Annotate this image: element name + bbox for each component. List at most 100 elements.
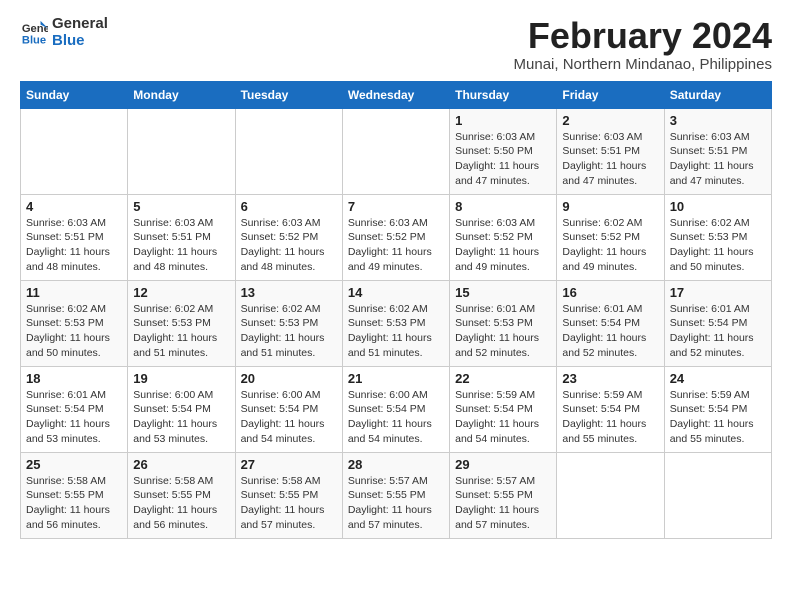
day-number: 22: [455, 371, 551, 386]
day-number: 15: [455, 285, 551, 300]
day-info: Sunrise: 5:57 AM Sunset: 5:55 PM Dayligh…: [348, 474, 444, 533]
calendar-cell: 14 Sunrise: 6:02 AM Sunset: 5:53 PM Dayli…: [342, 280, 449, 366]
calendar-cell: 24Sunrise: 5:59 AM Sunset: 5:54 PM Dayli…: [664, 366, 771, 452]
logo-icon: General Blue: [20, 19, 48, 47]
header: General Blue General Blue February 2024 …: [20, 16, 772, 73]
calendar-cell: 3Sunrise: 6:03 AM Sunset: 5:51 PM Daylig…: [664, 108, 771, 194]
calendar-cell: [128, 108, 235, 194]
weekday-thursday: Thursday: [450, 81, 557, 108]
day-info: Sunrise: 5:58 AM Sunset: 5:55 PM Dayligh…: [26, 474, 122, 533]
day-info: Sunrise: 6:02 AM Sunset: 5:52 PM Dayligh…: [562, 216, 658, 275]
calendar-cell: [235, 108, 342, 194]
day-info: Sunrise: 6:00 AM Sunset: 5:54 PM Dayligh…: [348, 388, 444, 447]
day-info: Sunrise: 6:01 AM Sunset: 5:53 PM Dayligh…: [455, 302, 551, 361]
calendar-cell: 12Sunrise: 6:02 AM Sunset: 5:53 PM Dayli…: [128, 280, 235, 366]
weekday-monday: Monday: [128, 81, 235, 108]
calendar-cell: 8 Sunrise: 6:03 AM Sunset: 5:52 PM Daylig…: [450, 194, 557, 280]
calendar-cell: 26 Sunrise: 5:58 AM Sunset: 5:55 PM Dayli…: [128, 452, 235, 538]
weekday-friday: Friday: [557, 81, 664, 108]
calendar-cell: 28 Sunrise: 5:57 AM Sunset: 5:55 PM Dayli…: [342, 452, 449, 538]
day-number: 19: [133, 371, 229, 386]
day-number: 6: [241, 199, 337, 214]
day-info: Sunrise: 6:00 AM Sunset: 5:54 PM Dayligh…: [133, 388, 229, 447]
weekday-tuesday: Tuesday: [235, 81, 342, 108]
day-info: Sunrise: 5:58 AM Sunset: 5:55 PM Dayligh…: [241, 474, 337, 533]
calendar-cell: 11 Sunrise: 6:02 AM Sunset: 5:53 PM Dayli…: [21, 280, 128, 366]
logo: General Blue General Blue: [20, 16, 108, 49]
day-info: Sunrise: 6:03 AM Sunset: 5:51 PM Dayligh…: [133, 216, 229, 275]
day-number: 7: [348, 199, 444, 214]
day-info: Sunrise: 6:03 AM Sunset: 5:50 PM Dayligh…: [455, 130, 551, 189]
day-info: Sunrise: 6:03 AM Sunset: 5:52 PM Dayligh…: [241, 216, 337, 275]
calendar-cell: [557, 452, 664, 538]
calendar-cell: 20 Sunrise: 6:00 AM Sunset: 5:54 PM Dayli…: [235, 366, 342, 452]
day-info: Sunrise: 5:59 AM Sunset: 5:54 PM Dayligh…: [562, 388, 658, 447]
day-info: Sunrise: 6:00 AM Sunset: 5:54 PM Dayligh…: [241, 388, 337, 447]
week-row-2: 11 Sunrise: 6:02 AM Sunset: 5:53 PM Dayli…: [21, 280, 772, 366]
day-number: 27: [241, 457, 337, 472]
day-info: Sunrise: 5:58 AM Sunset: 5:55 PM Dayligh…: [133, 474, 229, 533]
calendar-cell: 25Sunrise: 5:58 AM Sunset: 5:55 PM Dayli…: [21, 452, 128, 538]
day-info: Sunrise: 6:03 AM Sunset: 5:52 PM Dayligh…: [455, 216, 551, 275]
calendar-cell: 27 Sunrise: 5:58 AM Sunset: 5:55 PM Dayli…: [235, 452, 342, 538]
week-row-0: 1 Sunrise: 6:03 AM Sunset: 5:50 PM Daylig…: [21, 108, 772, 194]
logo-line1: General: [52, 16, 108, 33]
calendar-cell: 29 Sunrise: 5:57 AM Sunset: 5:55 PM Dayli…: [450, 452, 557, 538]
calendar-cell: 22 Sunrise: 5:59 AM Sunset: 5:54 PM Dayli…: [450, 366, 557, 452]
calendar-cell: 15 Sunrise: 6:01 AM Sunset: 5:53 PM Dayli…: [450, 280, 557, 366]
day-number: 13: [241, 285, 337, 300]
day-number: 20: [241, 371, 337, 386]
calendar-body: 1 Sunrise: 6:03 AM Sunset: 5:50 PM Daylig…: [21, 108, 772, 538]
day-number: 16: [562, 285, 658, 300]
day-info: Sunrise: 5:59 AM Sunset: 5:54 PM Dayligh…: [455, 388, 551, 447]
day-number: 28: [348, 457, 444, 472]
day-number: 10: [670, 199, 766, 214]
day-number: 29: [455, 457, 551, 472]
logo-line2: Blue: [52, 33, 108, 50]
weekday-saturday: Saturday: [664, 81, 771, 108]
calendar-cell: 21 Sunrise: 6:00 AM Sunset: 5:54 PM Dayli…: [342, 366, 449, 452]
day-number: 21: [348, 371, 444, 386]
calendar-cell: 17Sunrise: 6:01 AM Sunset: 5:54 PM Dayli…: [664, 280, 771, 366]
day-number: 9: [562, 199, 658, 214]
calendar-cell: 5 Sunrise: 6:03 AM Sunset: 5:51 PM Daylig…: [128, 194, 235, 280]
calendar-cell: 2Sunrise: 6:03 AM Sunset: 5:51 PM Daylig…: [557, 108, 664, 194]
day-info: Sunrise: 6:01 AM Sunset: 5:54 PM Dayligh…: [670, 302, 766, 361]
calendar-table: SundayMondayTuesdayWednesdayThursdayFrid…: [20, 81, 772, 539]
day-number: 11: [26, 285, 122, 300]
day-info: Sunrise: 6:01 AM Sunset: 5:54 PM Dayligh…: [562, 302, 658, 361]
day-info: Sunrise: 5:57 AM Sunset: 5:55 PM Dayligh…: [455, 474, 551, 533]
day-info: Sunrise: 6:02 AM Sunset: 5:53 PM Dayligh…: [348, 302, 444, 361]
calendar-cell: 13 Sunrise: 6:02 AM Sunset: 5:53 PM Dayli…: [235, 280, 342, 366]
calendar-cell: 7Sunrise: 6:03 AM Sunset: 5:52 PM Daylig…: [342, 194, 449, 280]
day-number: 14: [348, 285, 444, 300]
week-row-4: 25Sunrise: 5:58 AM Sunset: 5:55 PM Dayli…: [21, 452, 772, 538]
day-info: Sunrise: 6:03 AM Sunset: 5:51 PM Dayligh…: [670, 130, 766, 189]
calendar-cell: [21, 108, 128, 194]
day-number: 5: [133, 199, 229, 214]
day-info: Sunrise: 6:02 AM Sunset: 5:53 PM Dayligh…: [26, 302, 122, 361]
day-info: Sunrise: 6:01 AM Sunset: 5:54 PM Dayligh…: [26, 388, 122, 447]
calendar-cell: 10 Sunrise: 6:02 AM Sunset: 5:53 PM Dayli…: [664, 194, 771, 280]
week-row-1: 4 Sunrise: 6:03 AM Sunset: 5:51 PM Daylig…: [21, 194, 772, 280]
title-area: February 2024 Munai, Northern Mindanao, …: [514, 16, 772, 73]
day-number: 26: [133, 457, 229, 472]
day-number: 12: [133, 285, 229, 300]
day-number: 1: [455, 113, 551, 128]
day-info: Sunrise: 6:02 AM Sunset: 5:53 PM Dayligh…: [670, 216, 766, 275]
calendar-cell: 19 Sunrise: 6:00 AM Sunset: 5:54 PM Dayli…: [128, 366, 235, 452]
calendar-cell: 6 Sunrise: 6:03 AM Sunset: 5:52 PM Daylig…: [235, 194, 342, 280]
week-row-3: 18 Sunrise: 6:01 AM Sunset: 5:54 PM Dayli…: [21, 366, 772, 452]
calendar-cell: 16 Sunrise: 6:01 AM Sunset: 5:54 PM Dayli…: [557, 280, 664, 366]
calendar-cell: 9 Sunrise: 6:02 AM Sunset: 5:52 PM Daylig…: [557, 194, 664, 280]
weekday-header: SundayMondayTuesdayWednesdayThursdayFrid…: [21, 81, 772, 108]
weekday-sunday: Sunday: [21, 81, 128, 108]
day-number: 4: [26, 199, 122, 214]
day-number: 18: [26, 371, 122, 386]
calendar-cell: 1 Sunrise: 6:03 AM Sunset: 5:50 PM Daylig…: [450, 108, 557, 194]
weekday-wednesday: Wednesday: [342, 81, 449, 108]
calendar-cell: [664, 452, 771, 538]
day-number: 8: [455, 199, 551, 214]
day-info: Sunrise: 6:02 AM Sunset: 5:53 PM Dayligh…: [241, 302, 337, 361]
day-number: 24: [670, 371, 766, 386]
